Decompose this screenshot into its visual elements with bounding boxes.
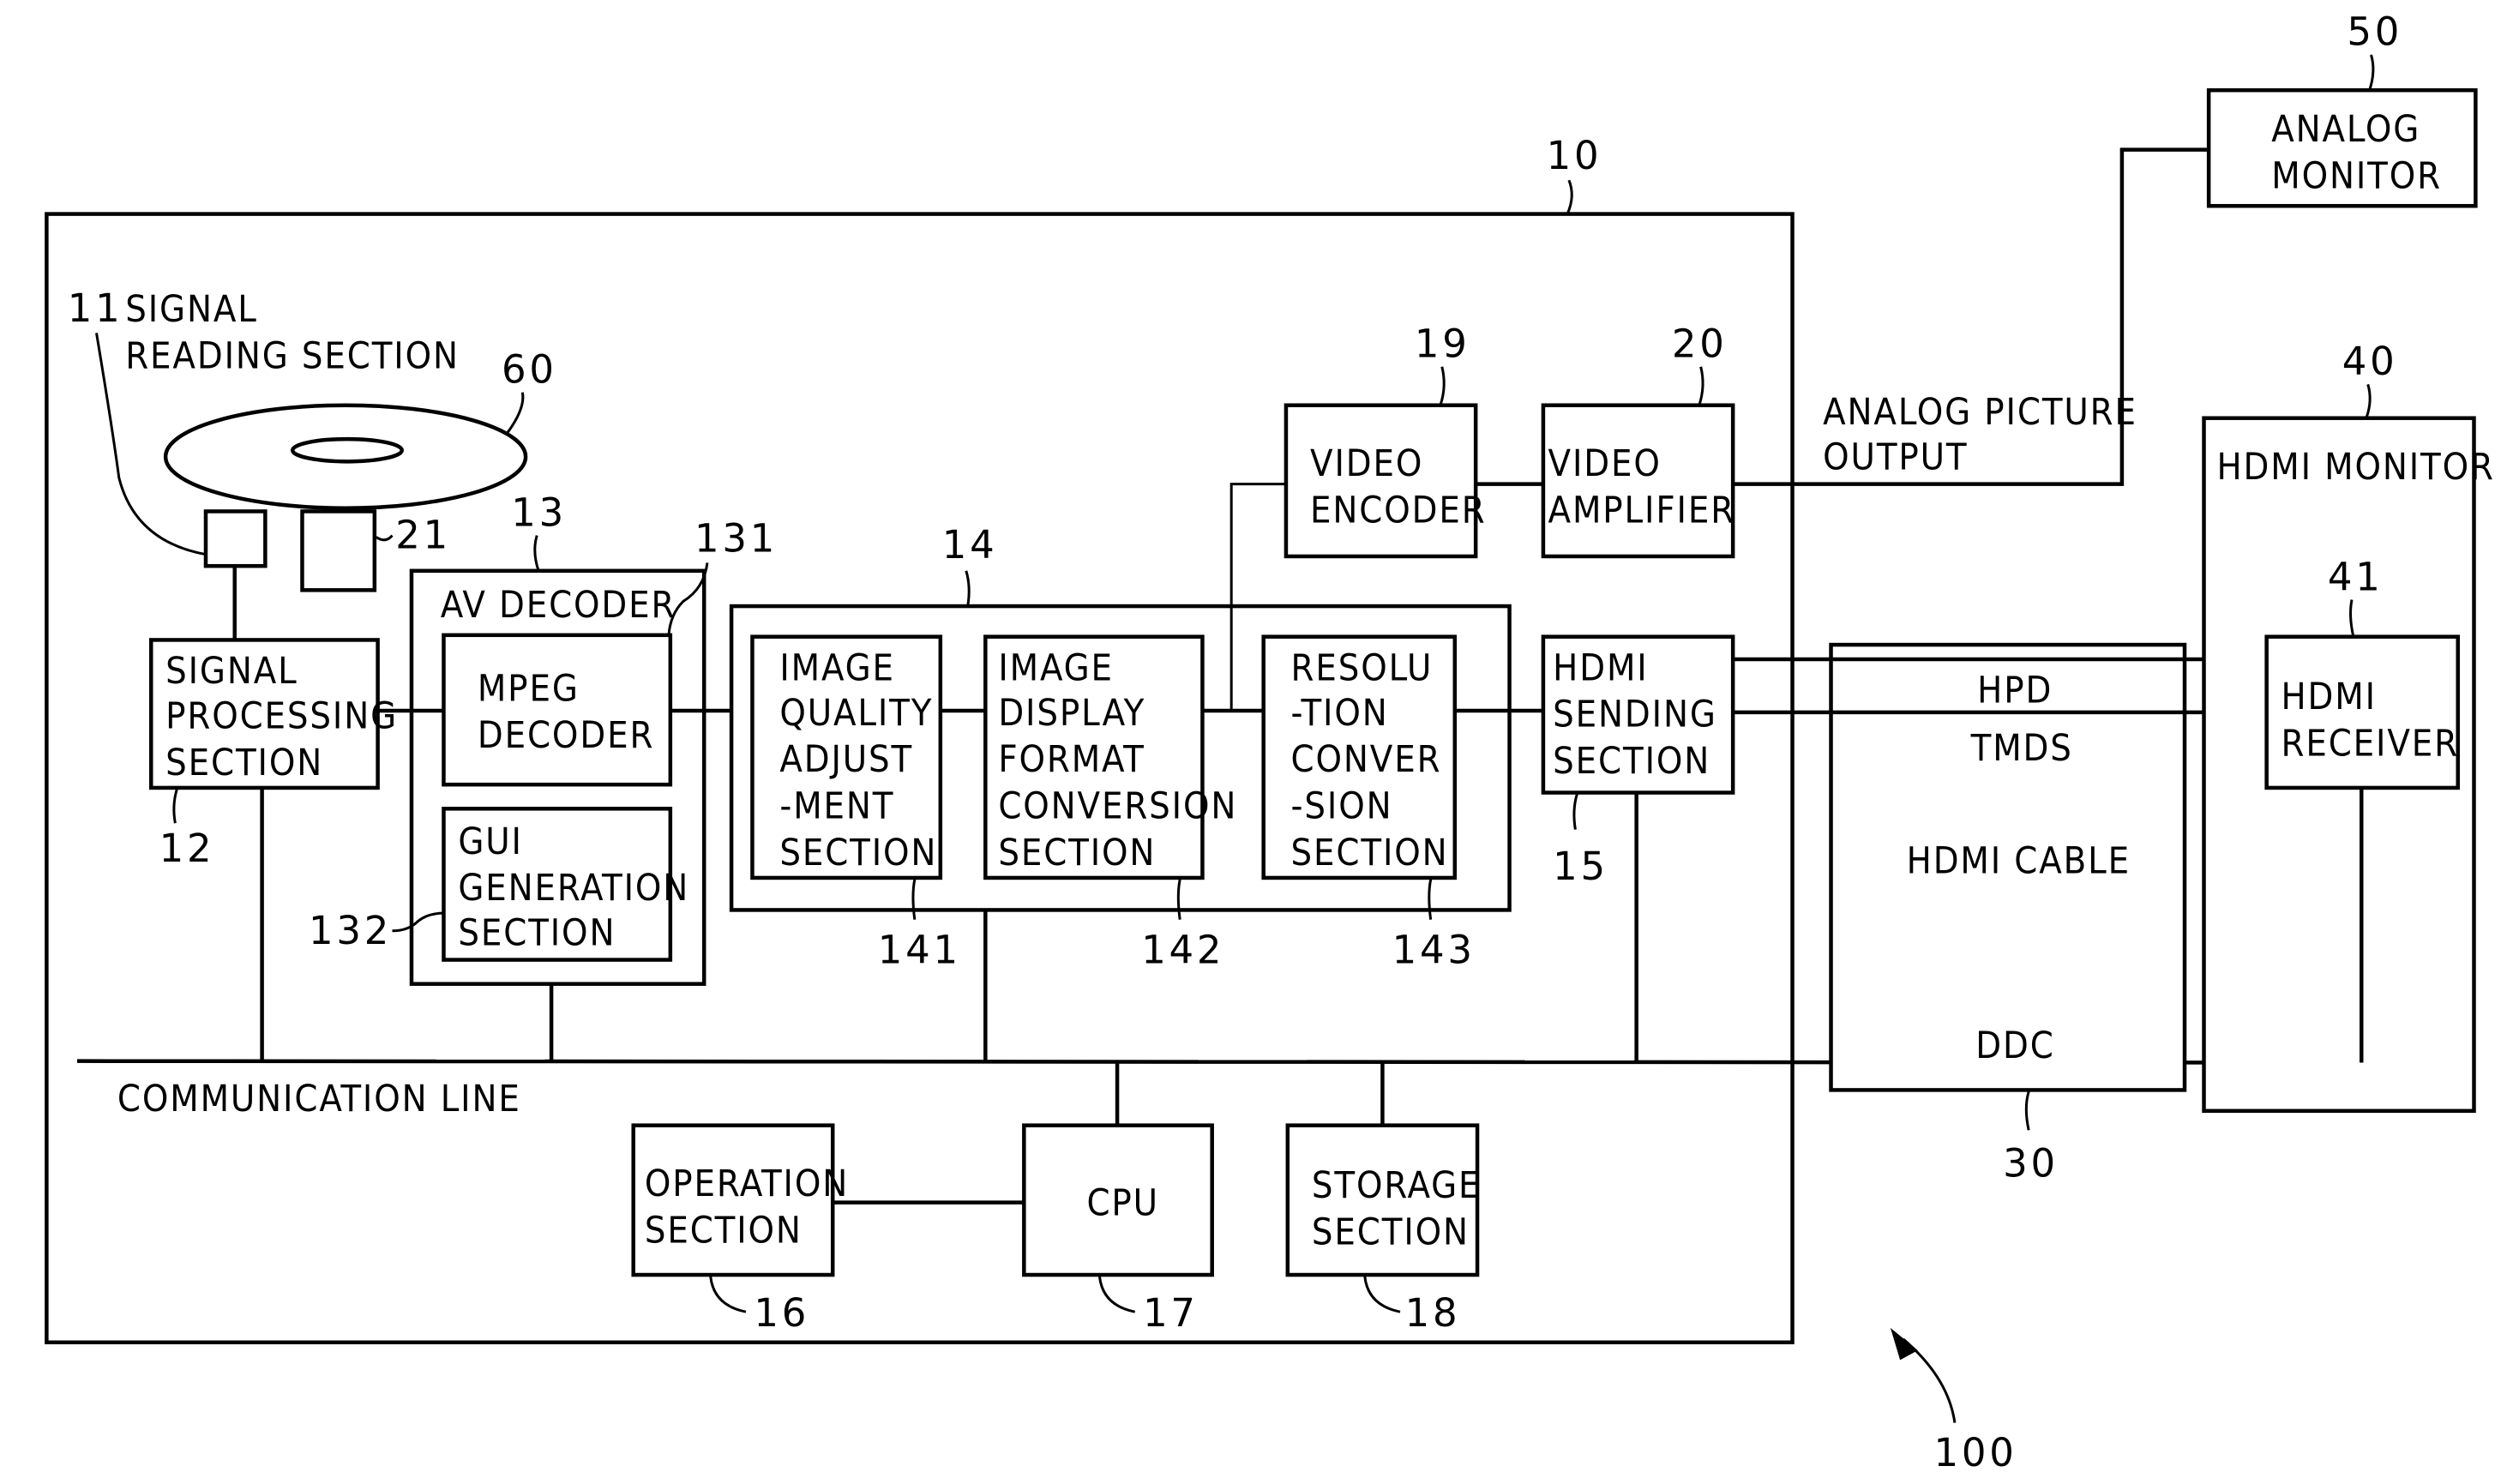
label-gui-2: GENERATION xyxy=(458,867,689,910)
leader-device xyxy=(1566,179,1573,215)
ref-av-decoder: 13 xyxy=(511,490,567,535)
ref-resolution: 143 xyxy=(1392,927,1476,972)
label-df-1: IMAGE xyxy=(998,646,1114,689)
label-ve-2: ENCODER xyxy=(1310,490,1487,532)
block-diagram: 10 11 SIGNAL READING SECTION 60 21 SIGNA… xyxy=(45,9,2495,1475)
label-am-1: ANALOG xyxy=(2271,108,2420,151)
ref-mpeg: 131 xyxy=(694,515,778,561)
label-va-2: AMPLIFIER xyxy=(1548,490,1735,532)
label-df-2: DISPLAY xyxy=(998,692,1145,735)
label-va-1: VIDEO xyxy=(1548,442,1662,485)
leader-analog-monitor xyxy=(2368,54,2375,91)
ref-hdmi-sending: 15 xyxy=(1553,844,1608,889)
ref-hdmi-receiver: 41 xyxy=(2328,554,2384,599)
label-r-1: RESOLU xyxy=(1291,646,1434,689)
label-hpd: HPD xyxy=(1977,670,2053,712)
ref-display-format: 142 xyxy=(1141,927,1224,972)
label-mpeg-1: MPEG xyxy=(478,668,580,711)
label-q-5: SECTION xyxy=(779,832,937,874)
label-q-1: IMAGE xyxy=(779,646,895,689)
label-gui-3: SECTION xyxy=(458,912,616,955)
label-st-2: SECTION xyxy=(1312,1211,1470,1253)
pickup-block xyxy=(203,509,268,568)
label-df-5: SECTION xyxy=(998,832,1156,874)
label-df-3: FORMAT xyxy=(998,738,1145,781)
label-hdmi-monitor: HDMI MONITOR xyxy=(2217,446,2495,489)
ref-hdmi-monitor: 40 xyxy=(2342,339,2398,384)
label-q-2: QUALITY xyxy=(779,692,933,735)
label-df-4: CONVERSION xyxy=(998,785,1237,828)
ref-signal-reading: 11 xyxy=(68,285,123,331)
label-hr-2: RECEIVER xyxy=(2282,722,2459,765)
label-av-decoder: AV DECODER xyxy=(441,584,676,627)
label-r-2: -TION xyxy=(1291,692,1389,735)
label-gui-1: GUI xyxy=(458,820,523,863)
label-ddc: DDC xyxy=(1975,1024,2054,1067)
label-st-1: STORAGE xyxy=(1312,1164,1481,1207)
motor-block xyxy=(300,509,377,592)
wire-hpd xyxy=(1733,546,2237,662)
label-hs-2: SENDING xyxy=(1553,694,1717,736)
label-r-4: -SION xyxy=(1291,785,1393,828)
label-signal-reading-1: SIGNAL xyxy=(125,288,258,331)
label-sp-2: PROCESSING xyxy=(165,695,398,738)
label-hdmi-cable: HDMI CABLE xyxy=(1907,839,2131,882)
label-q-4: -MENT xyxy=(779,785,894,828)
ref-disc: 60 xyxy=(502,346,557,392)
label-tmds: TMDS xyxy=(1970,727,2073,770)
arrowhead-system xyxy=(1890,1327,1918,1361)
label-am-2: MONITOR xyxy=(2271,155,2442,198)
label-hs-3: SECTION xyxy=(1553,740,1710,783)
label-analog-output-1: ANALOG PICTURE xyxy=(1823,391,2137,434)
label-sp-1: SIGNAL xyxy=(165,650,298,693)
label-analog-output-2: OUTPUT xyxy=(1823,436,1968,479)
label-q-3: ADJUST xyxy=(779,738,913,781)
ref-motor: 21 xyxy=(395,513,451,558)
ref-gui: 132 xyxy=(309,908,392,953)
label-r-3: CONVER xyxy=(1291,738,1442,781)
label-op-2: SECTION xyxy=(645,1210,803,1253)
label-r-5: SECTION xyxy=(1291,832,1449,874)
ref-cpu: 17 xyxy=(1143,1290,1199,1336)
label-communication-line: COMMUNICATION LINE xyxy=(117,1078,521,1121)
label-cpu: CPU xyxy=(1086,1182,1159,1225)
ref-operation: 16 xyxy=(754,1290,809,1336)
label-sp-3: SECTION xyxy=(165,742,323,784)
ref-hdmi-cable: 30 xyxy=(2003,1141,2059,1187)
ref-system: 100 xyxy=(1934,1430,2017,1475)
ref-video-amplifier: 20 xyxy=(1672,321,1728,366)
leader-hdmi-cable xyxy=(2024,1090,2030,1131)
ref-quality: 141 xyxy=(878,927,961,972)
ref-analog-monitor: 50 xyxy=(2347,9,2402,55)
label-hs-1: HDMI xyxy=(1553,646,1648,689)
label-hr-1: HDMI xyxy=(2282,676,2377,718)
label-signal-reading-2: READING SECTION xyxy=(125,335,460,378)
ref-device: 10 xyxy=(1547,133,1602,178)
label-mpeg-2: DECODER xyxy=(478,714,654,757)
leader-hdmi-monitor xyxy=(2365,383,2372,419)
ref-video-encoder: 19 xyxy=(1415,321,1470,366)
label-op-1: OPERATION xyxy=(645,1163,849,1205)
ref-image-processing: 14 xyxy=(942,522,998,568)
label-ve-1: VIDEO xyxy=(1310,442,1423,485)
ref-storage: 18 xyxy=(1405,1290,1461,1336)
ref-sp: 12 xyxy=(159,826,215,871)
